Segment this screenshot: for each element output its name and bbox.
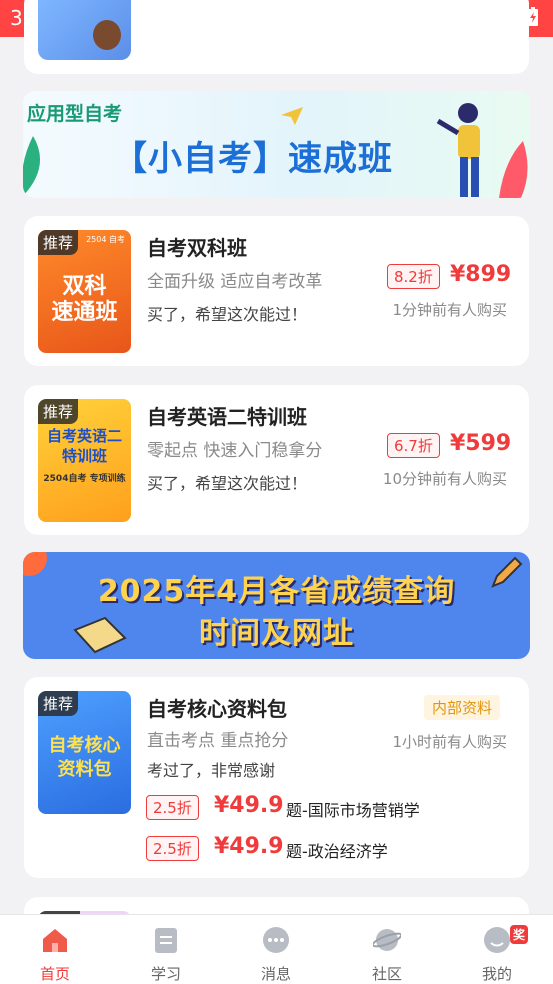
bottom-tab-bar: 首页 学习 消息 社区 奖 我的 [0,914,553,984]
reward-badge: 奖 [510,925,529,944]
recommend-badge: 推荐 [38,399,79,424]
tab-home[interactable]: 首页 [20,927,90,984]
course-thumbnail: 推荐 自考英语二 特训班 2504自考 专项训练 [38,399,131,522]
item-price: ¥49.9 [214,834,284,859]
course-title: 自考双科班 [147,236,247,260]
recent-buyers-text: 10分钟前有人购买 [382,470,507,488]
recommend-badge: 推荐 [38,230,79,255]
tab-messages[interactable]: 消息 [241,927,311,984]
material-thumbnail: 推荐 自考核心 资料包 [38,691,131,814]
partial-card-top[interactable] [24,0,529,74]
material-subtitle: 直击考点 重点抢分 [147,731,289,751]
material-review: 考过了，非常感谢 [147,761,276,780]
course-subtitle: 全面升级 适应自考改革 [147,272,323,292]
discount-badge: 6.7折 [387,433,440,458]
item-subject: 题-政治经济学 [286,842,388,861]
internal-material-tag: 内部资料 [424,695,501,720]
book-icon [73,616,127,654]
pencil-icon [491,556,523,588]
course-subtitle: 零起点 快速入门稳拿分 [147,441,323,461]
tab-label: 消息 [260,965,291,983]
thumbnail-line-2: 资料包 [57,759,112,780]
partial-thumbnail [38,0,131,60]
score-query-banner[interactable]: 2025年4月各省成绩查询 时间及网址 [23,552,530,659]
woman-illustration-icon [436,103,480,197]
thumbnail-line-1: 自考英语二 [46,427,122,445]
material-item[interactable]: 2.5折 ¥49.9 题-政治经济学 [146,834,516,864]
tab-profile[interactable]: 奖 我的 [462,925,532,984]
thumbnail-corner-text: 2504 自考 [86,235,125,244]
material-item[interactable]: 2.5折 ¥49.9 题-国际市场营销学 [146,793,516,823]
tab-label: 学习 [150,965,181,983]
thumbnail-line-1: 自考核心 [48,735,121,756]
discount-badge: 2.5折 [146,836,199,861]
discount-badge: 2.5折 [146,795,199,820]
flame-decoration-icon [499,141,528,198]
leaf-decoration-icon [23,136,40,196]
course-thumbnail: 推荐 2504 自考 双科 速通班 [38,230,131,353]
course-card[interactable]: 推荐 自考英语二 特训班 2504自考 专项训练 自考英语二特训班 零起点 快速… [24,385,529,535]
profile-icon [484,927,510,953]
tab-label: 首页 [39,965,70,983]
home-icon [43,929,67,952]
recent-buyers-text: 1小时前有人购买 [392,733,507,751]
planet-icon [371,929,403,951]
recent-buyers-text: 1分钟前有人购买 [392,301,507,319]
course-review: 买了，希望这次能过！ [147,474,308,493]
recommend-badge: 推荐 [38,691,79,716]
material-pack-card[interactable]: 推荐 自考核心 资料包 自考核心资料包 内部资料 直击考点 重点抢分 1小时前有… [24,677,529,878]
thumbnail-line-2: 特训班 [61,447,107,465]
banner-tag: 应用型自考 [27,103,123,125]
book-icon [155,928,177,953]
course-price: ¥899 [450,262,512,287]
paper-plane-icon [281,107,303,125]
discount-badge: 8.2折 [387,264,440,289]
thumbnail-line-2: 速通班 [51,300,118,325]
item-price: ¥49.9 [214,793,284,818]
course-title: 自考英语二特训班 [147,405,307,429]
course-price: ¥599 [450,431,512,456]
message-icon [263,927,289,953]
promo-banner-speed-class[interactable]: 应用型自考 【小自考】速成班 [23,91,530,198]
tab-community[interactable]: 社区 [352,927,422,984]
banner-line-1: 2025年4月各省成绩查询 [97,574,456,609]
course-review: 买了，希望这次能过！ [147,305,308,324]
course-card[interactable]: 推荐 2504 自考 双科 速通班 自考双科班 全面升级 适应自考改革 买了，希… [24,216,529,366]
banner-title: 【小自考】速成班 [113,139,393,179]
material-title: 自考核心资料包 [147,697,287,721]
item-subject: 题-国际市场营销学 [286,801,420,820]
tab-label: 我的 [481,965,512,983]
thumbnail-corner-text: 2504自考 专项训练 [43,474,126,484]
tab-study[interactable]: 学习 [131,927,201,984]
tab-label: 社区 [371,965,402,983]
